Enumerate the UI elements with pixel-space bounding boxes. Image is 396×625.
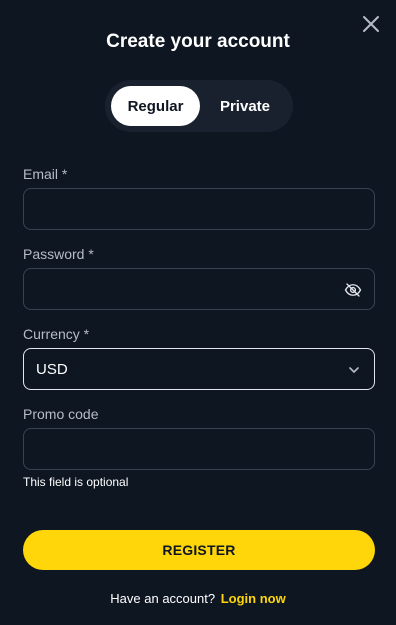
eye-off-icon[interactable] — [344, 281, 362, 299]
login-prompt: Have an account? Login now — [0, 591, 396, 606]
promo-field-wrapper — [23, 428, 375, 470]
password-label: Password * — [23, 246, 94, 262]
account-type-switch: Regular Private — [105, 80, 293, 132]
currency-label: Currency * — [23, 326, 90, 342]
password-field-wrapper — [23, 268, 375, 310]
email-label: Email * — [23, 166, 68, 182]
login-link[interactable]: Login now — [221, 591, 286, 606]
email-field-wrapper — [23, 188, 375, 230]
modal-title: Create your account — [106, 31, 290, 52]
promo-code-field[interactable] — [24, 429, 374, 469]
currency-select[interactable]: USD — [23, 348, 375, 390]
tab-private[interactable]: Private — [201, 86, 289, 126]
register-modal: Create your account Regular Private Emai… — [0, 0, 396, 625]
promo-label: Promo code — [23, 406, 99, 422]
chevron-down-icon — [349, 367, 359, 373]
tab-regular[interactable]: Regular — [111, 86, 200, 126]
email-field[interactable] — [24, 189, 374, 229]
currency-value: USD — [36, 360, 68, 378]
promo-hint: This field is optional — [23, 475, 129, 489]
password-field[interactable] — [24, 269, 374, 309]
register-button[interactable]: REGISTER — [23, 530, 375, 570]
login-prompt-text: Have an account? — [110, 591, 216, 606]
